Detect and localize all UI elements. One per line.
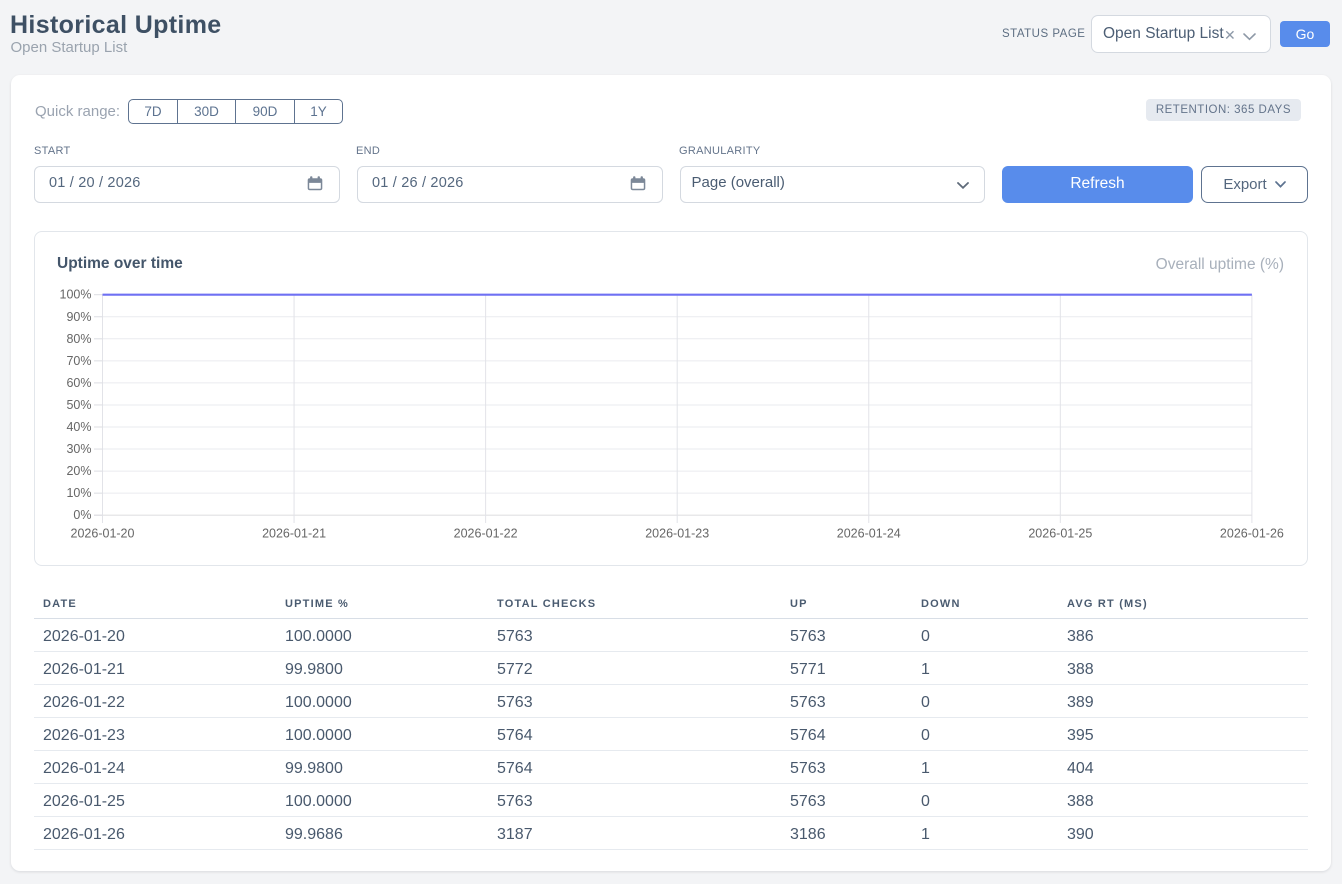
- svg-text:80%: 80%: [66, 332, 91, 346]
- svg-text:50%: 50%: [66, 398, 91, 412]
- svg-text:40%: 40%: [66, 420, 91, 434]
- svg-text:2026-01-23: 2026-01-23: [645, 527, 709, 541]
- svg-text:20%: 20%: [66, 464, 91, 478]
- svg-text:2026-01-21: 2026-01-21: [262, 527, 326, 541]
- svg-text:100%: 100%: [60, 288, 92, 302]
- svg-text:2026-01-25: 2026-01-25: [1028, 527, 1092, 541]
- svg-text:60%: 60%: [66, 376, 91, 390]
- svg-text:90%: 90%: [66, 310, 91, 324]
- svg-text:2026-01-20: 2026-01-20: [71, 527, 135, 541]
- svg-text:2026-01-26: 2026-01-26: [1220, 527, 1284, 541]
- svg-text:10%: 10%: [66, 486, 91, 500]
- svg-text:2026-01-22: 2026-01-22: [454, 527, 518, 541]
- svg-text:70%: 70%: [66, 354, 91, 368]
- svg-text:30%: 30%: [66, 442, 91, 456]
- svg-text:0%: 0%: [73, 508, 91, 522]
- svg-text:2026-01-24: 2026-01-24: [837, 527, 901, 541]
